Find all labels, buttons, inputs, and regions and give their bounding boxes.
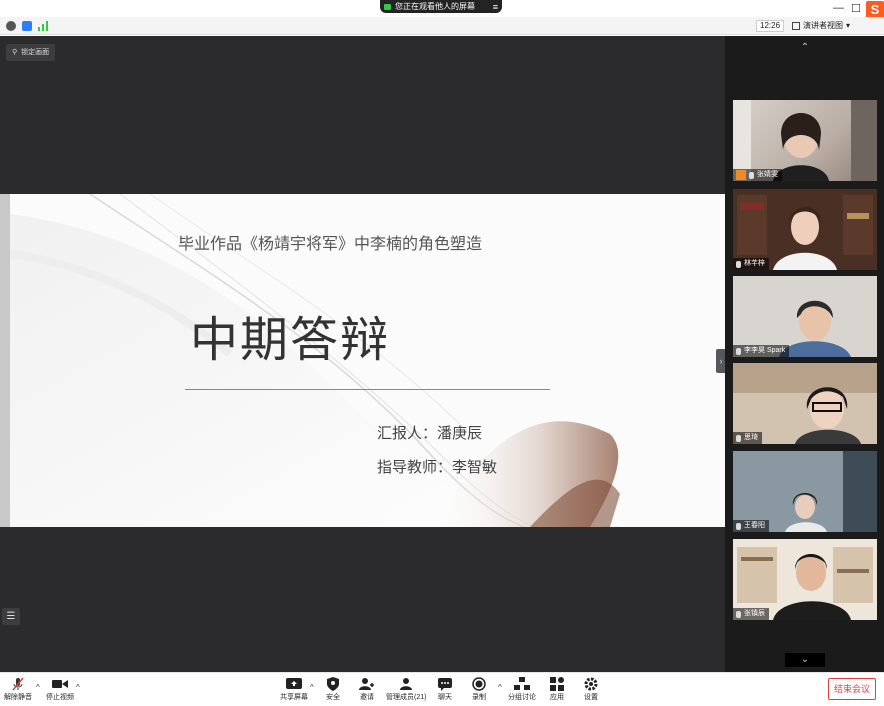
stop-video-button[interactable]: 停止视频 — [46, 676, 74, 702]
microphone-icon — [736, 610, 741, 618]
view-label: 演讲者视图 — [803, 21, 843, 30]
breakout-rooms-label: 分组讨论 — [508, 694, 536, 701]
participant-name: 李李昊 Spark — [744, 347, 786, 354]
share-options-caret[interactable]: ^ — [310, 683, 314, 692]
slide-advisor: 指导教师：李智敏 — [377, 459, 498, 476]
microphone-icon — [736, 347, 741, 355]
meeting-timer: 12:26 — [756, 20, 785, 32]
settings-button[interactable]: 设置 — [584, 676, 598, 702]
unmute-button[interactable]: 解除静音 — [4, 676, 32, 702]
title-bar: 您正在观看他人的屏幕 ≡ — ☐ S 个性 — [0, 0, 884, 34]
info-icon[interactable] — [6, 21, 16, 31]
participant-strip: ⌃ 张婧雯 林芊梓 李李昊 Spark 思琦 王春阳 张镇辰 ⌄ — [725, 36, 884, 672]
participant-name: 张婧雯 — [757, 171, 778, 178]
participant-name-tag: 张婧雯 — [733, 169, 782, 181]
meeting-info-bar: 12:26 演讲者视图 ▾ — [0, 17, 884, 35]
share-screen-icon — [286, 676, 302, 692]
participant-name-tag: 思琦 — [733, 432, 762, 444]
slide-subtitle: 毕业作品《杨靖宇将军》中李楠的角色塑造 — [178, 236, 483, 253]
shield-icon[interactable] — [22, 21, 32, 31]
participant-name: 张镇辰 — [744, 610, 765, 617]
apps-button[interactable]: 应用 — [550, 676, 564, 702]
meeting-toolbar: 解除静音 ^ 停止视频 ^ 共享屏幕 ^ 安全 邀请 管理成员(21) 聊天 录… — [0, 672, 884, 706]
manage-members-button[interactable]: 管理成员(21) — [386, 676, 426, 702]
microphone-icon — [736, 260, 741, 268]
add-user-icon — [359, 676, 375, 692]
pin-icon: ⚲ — [12, 49, 18, 56]
chat-label: 聊天 — [438, 694, 452, 701]
audio-options-caret[interactable]: ^ — [36, 683, 40, 692]
microphone-muted-icon — [11, 676, 25, 692]
stop-video-label: 停止视频 — [46, 694, 74, 701]
participant-name: 思琦 — [744, 434, 758, 441]
chat-button[interactable]: 聊天 — [438, 676, 452, 702]
microphone-icon — [749, 171, 754, 179]
participant-name: 林芊梓 — [744, 260, 765, 267]
participant-name-tag: 林芊梓 — [733, 258, 769, 270]
participant-name: 王春阳 — [744, 522, 765, 529]
breakout-icon — [514, 676, 530, 692]
shield-icon — [327, 676, 339, 692]
slide-reporter: 汇报人：潘庚辰 — [377, 425, 483, 442]
gear-icon — [584, 676, 598, 692]
chevron-down-icon: ▾ — [846, 21, 851, 30]
participant-tile[interactable]: 林芊梓 — [733, 189, 877, 270]
security-label: 安全 — [326, 694, 340, 701]
invite-label: 邀请 — [360, 694, 374, 701]
participant-name-tag: 李李昊 Spark — [733, 345, 790, 357]
share-screen-label: 共享屏幕 — [280, 694, 308, 701]
participant-name-tag: 王春阳 — [733, 520, 769, 532]
list-icon[interactable]: ☰ — [2, 608, 20, 625]
invite-button[interactable]: 邀请 — [359, 676, 375, 702]
chevron-down-icon[interactable]: ⌄ — [785, 653, 825, 667]
participant-tile[interactable]: 李李昊 Spark — [733, 276, 877, 357]
record-label: 录制 — [472, 694, 486, 701]
signal-icon[interactable] — [38, 21, 48, 31]
host-icon — [736, 170, 746, 180]
apps-icon — [550, 676, 564, 692]
pin-view-button[interactable]: ⚲ 锁定画面 — [6, 44, 56, 61]
share-status-text: 您正在观看他人的屏幕 — [395, 2, 475, 11]
participant-name-tag: 张镇辰 — [733, 608, 769, 620]
pin-label: 锁定画面 — [21, 49, 50, 56]
video-camera-icon — [52, 676, 68, 692]
chat-icon — [438, 676, 452, 692]
members-icon — [398, 676, 414, 692]
slide-divider — [185, 389, 550, 390]
settings-label: 设置 — [584, 694, 598, 701]
record-options-caret[interactable]: ^ — [498, 683, 502, 692]
apps-label: 应用 — [550, 694, 564, 701]
chevron-up-icon[interactable]: ⌃ — [785, 42, 825, 56]
participant-tile[interactable]: 张婧雯 — [733, 100, 877, 181]
microphone-icon — [736, 434, 741, 442]
record-icon — [472, 676, 486, 692]
grid-icon — [792, 22, 800, 30]
maximize-button[interactable]: ☐ — [851, 2, 861, 15]
record-button[interactable]: 录制 — [472, 676, 486, 702]
share-indicator-icon — [384, 3, 391, 10]
slide-left-edge — [0, 194, 10, 527]
security-button[interactable]: 安全 — [326, 676, 340, 702]
presentation-slide: 毕业作品《杨靖宇将军》中李楠的角色塑造 中期答辩 汇报人：潘庚辰 指导教师：李智… — [10, 194, 725, 527]
share-screen-button[interactable]: 共享屏幕 — [280, 676, 308, 702]
slide-title: 中期答辩 — [190, 314, 391, 367]
end-meeting-button[interactable]: 结束会议 — [828, 678, 876, 700]
participant-tile[interactable]: 张镇辰 — [733, 539, 877, 620]
video-options-caret[interactable]: ^ — [76, 683, 80, 692]
hamburger-icon[interactable]: ≡ — [493, 2, 498, 12]
view-switch-button[interactable]: 演讲者视图 ▾ — [792, 20, 850, 32]
unmute-label: 解除静音 — [4, 694, 32, 701]
screen-share-status-pill[interactable]: 您正在观看他人的屏幕 ≡ — [380, 0, 502, 13]
participant-tile[interactable]: 王春阳 — [733, 451, 877, 532]
manage-members-label: 管理成员(21) — [386, 694, 427, 701]
microphone-icon — [736, 522, 741, 530]
minimize-button[interactable]: — — [833, 2, 844, 14]
participant-tile[interactable]: 思琦 — [733, 363, 877, 444]
breakout-rooms-button[interactable]: 分组讨论 — [508, 676, 536, 702]
shared-screen-stage: ⚲ 锁定画面 毕业作品《杨靖宇将军》中李楠的角色塑造 中期答辩 汇报人：潘庚辰 … — [0, 36, 726, 672]
